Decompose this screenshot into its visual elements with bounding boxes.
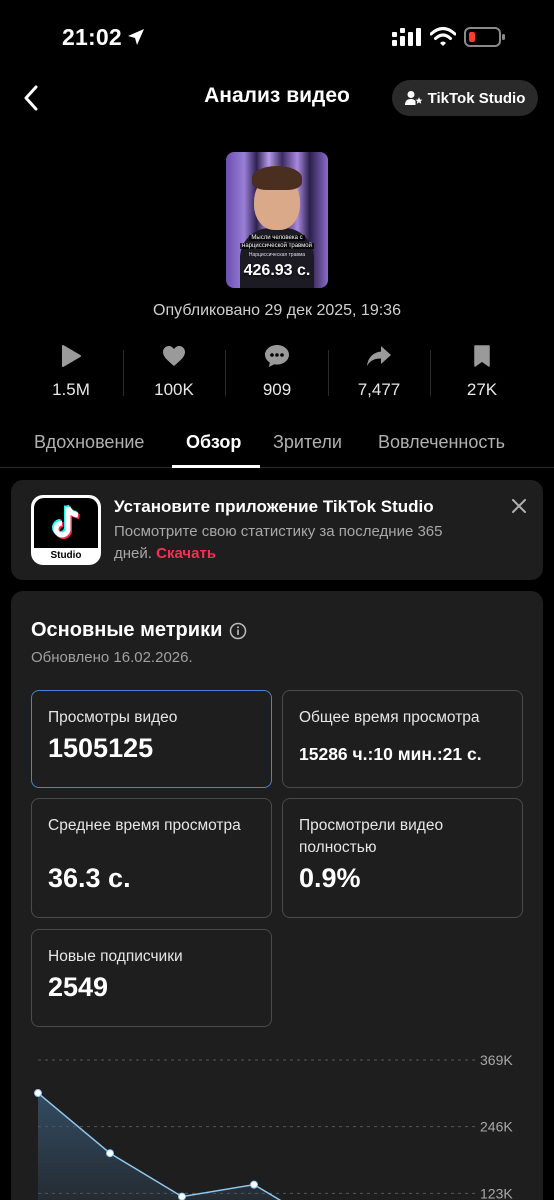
stat-shares-value: 7,477	[357, 380, 401, 399]
bookmark-icon	[474, 345, 490, 367]
tiktok-studio-logo-label: Studio	[50, 550, 82, 561]
thumbnail-caption-line2: нарциссической травмой	[240, 243, 314, 249]
chart-y-tick-label: 246K	[480, 1119, 513, 1135]
download-link[interactable]: Скачать	[156, 545, 216, 562]
stat-shares: 7,477	[329, 342, 429, 400]
close-promo-button[interactable]	[507, 494, 531, 518]
chart-area-fill	[38, 1093, 280, 1200]
thumbnail-caption-sub: Нарциссическая травма	[248, 252, 306, 258]
chart-y-tick-label: 123K	[480, 1185, 513, 1200]
thumbnail-caption: Мысли человека с нарциссической травмой	[232, 234, 322, 250]
chart-data-point	[106, 1149, 114, 1158]
stat-views-value: 1.5M	[52, 380, 90, 399]
signal-icon	[392, 28, 421, 46]
stat-likes-value: 100K	[154, 380, 194, 399]
user-star-icon	[404, 91, 423, 105]
location-arrow-icon	[128, 29, 144, 45]
studio-promo-card: Studio Установите приложение TikTok Stud…	[11, 480, 543, 580]
published-date: Опубликовано 29 дек 2025, 19:36	[153, 302, 401, 319]
stat-divider	[430, 350, 431, 396]
tiktok-note-icon	[52, 504, 80, 539]
comment-icon	[265, 345, 289, 367]
chart-data-point	[34, 1089, 42, 1098]
tab-engagement[interactable]: Вовлеченность	[378, 432, 505, 453]
chart-y-tick-label: 369K	[480, 1052, 513, 1068]
tab-overview[interactable]: Обзор	[186, 432, 241, 453]
stat-saves-value: 27K	[466, 380, 498, 399]
tab-viewers[interactable]: Зрители	[273, 432, 342, 453]
stat-comments: 909	[227, 342, 327, 400]
views-chart: 369K 246K 123K	[34, 1052, 513, 1200]
tiktok-studio-button[interactable]: TikTok Studio	[392, 80, 538, 116]
video-duration: 426.93 с.	[243, 262, 311, 279]
battery-low-icon	[464, 27, 505, 47]
status-time: 21:02	[62, 24, 122, 50]
thumbnail-person-hair	[252, 166, 302, 190]
stat-likes: 100K	[124, 342, 224, 400]
stat-views: 1.5M	[21, 342, 121, 400]
stat-saves: 27K	[432, 342, 532, 400]
active-tab-indicator	[172, 465, 260, 468]
tiktok-studio-label: TikTok Studio	[427, 89, 526, 107]
tab-inspiration[interactable]: Вдохновение	[34, 432, 144, 453]
chart-data-point	[178, 1192, 186, 1200]
promo-text: Посмотрите свою статистику за последние …	[114, 521, 474, 565]
share-icon	[367, 346, 391, 366]
stat-divider	[225, 350, 226, 396]
status-bar: 21:02	[0, 0, 554, 76]
video-thumbnail[interactable]: Мысли человека с нарциссической травмой …	[226, 152, 328, 288]
key-metrics-card: Основные метрики Обновлено 16.02.2026. П…	[11, 591, 543, 1200]
tab-bar: Вдохновение Обзор Зрители Вовлеченность	[0, 420, 554, 468]
heart-icon	[163, 346, 185, 366]
promo-title: Установите приложение TikTok Studio	[114, 497, 434, 516]
wifi-icon	[430, 27, 456, 46]
close-icon	[512, 499, 526, 513]
tiktok-studio-logo: Studio	[31, 495, 101, 565]
play-icon	[62, 345, 81, 367]
stat-comments-value: 909	[262, 380, 292, 399]
thumbnail-caption-line1: Мысли человека с	[249, 235, 305, 241]
chart-data-point	[250, 1180, 258, 1189]
